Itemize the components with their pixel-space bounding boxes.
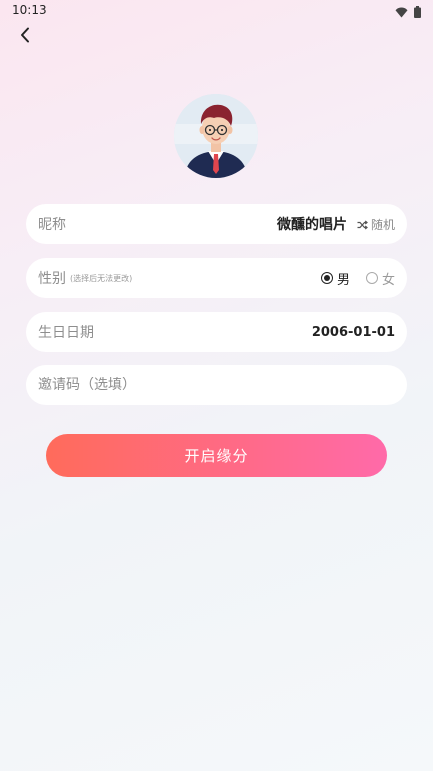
wifi-icon — [395, 3, 408, 22]
birthday-field[interactable]: 生日日期 2006-01-01 — [26, 312, 407, 352]
birthday-value: 2006-01-01 — [311, 324, 395, 340]
status-time: 10:13 — [12, 3, 47, 17]
gender-option-male[interactable]: 男 — [320, 269, 350, 288]
chevron-left-icon — [19, 27, 31, 47]
nickname-field[interactable]: 昵称 微醺的唱片 随机 — [26, 204, 407, 244]
radio-checked-icon — [320, 272, 333, 284]
invite-code-field[interactable] — [26, 365, 407, 405]
nickname-label: 昵称 — [38, 217, 66, 233]
gender-options: 男 女 — [320, 269, 395, 288]
radio-unchecked-icon — [365, 272, 378, 284]
random-label: 随机 — [370, 217, 395, 232]
birthday-label: 生日日期 — [38, 325, 94, 341]
avatar-illustration — [174, 94, 258, 178]
gender-option-label: 男 — [336, 272, 350, 288]
gender-hint: (选择后无法更改) — [70, 273, 133, 283]
gender-field: 性别 (选择后无法更改) 男 女 — [26, 258, 407, 298]
random-nickname-button[interactable]: 随机 — [357, 215, 395, 234]
status-bar: 10:13 — [0, 0, 433, 20]
avatar[interactable] — [174, 94, 258, 178]
gender-label: 性别 — [38, 271, 66, 287]
invite-code-input[interactable] — [38, 377, 395, 393]
submit-button[interactable]: 开启缘分 — [46, 434, 387, 477]
status-icons — [395, 3, 421, 22]
shuffle-icon — [357, 215, 368, 234]
nickname-value[interactable]: 微醺的唱片 — [277, 214, 347, 234]
gender-option-label: 女 — [381, 272, 395, 288]
battery-icon — [414, 3, 421, 22]
back-button[interactable] — [12, 24, 38, 50]
gender-option-female[interactable]: 女 — [365, 269, 395, 288]
